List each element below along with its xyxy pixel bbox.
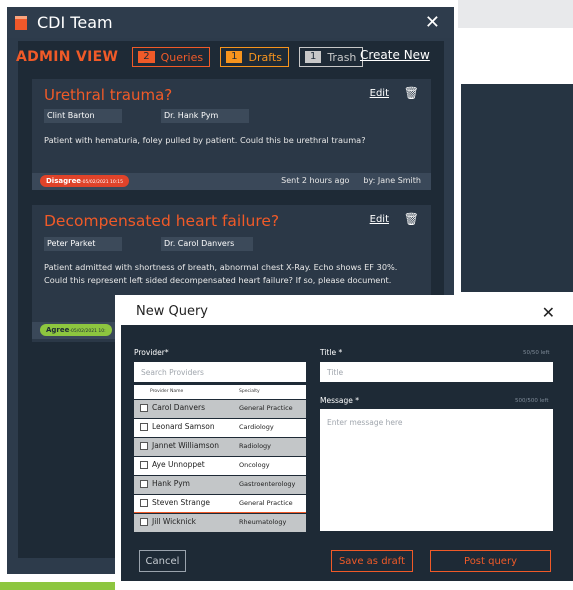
provider-label: Provider* [134,348,169,357]
title-char-counter: 50/50 left [523,350,550,356]
queries-count-badge: 2 [138,51,155,63]
checkbox[interactable] [140,480,148,488]
provider-row[interactable]: Leonard Samson Cardiology [134,419,306,437]
provider-name: Hank Pym [152,479,190,488]
patient-tag: Clint Barton [44,109,122,123]
checkbox[interactable] [140,423,148,431]
provider-specialty: Gastroenterology [239,480,296,488]
queries-label: Queries [160,50,204,64]
post-query-button[interactable]: Post query [430,550,551,572]
status-badge: Disagree-05/02/2021 10:15 [40,175,130,187]
status-date: -05/02/2021 10: [69,329,106,334]
background-side-panel [461,84,573,292]
trash-filter-button[interactable]: 1 Trash [298,47,364,67]
provider-specialty: Rheumatology [239,518,287,526]
provider-name: Leonard Samson [152,422,215,431]
column-header-name: Provider Name [150,389,184,394]
query-title: Decompensated heart failure? [44,212,280,230]
status-label: Disagree [46,177,82,185]
provider-row[interactable]: Jannet Williamson Radiology [134,438,306,456]
provider-name: Aye Unnoppet [152,460,205,469]
provider-table-header: Provider Name Specialty [134,385,306,399]
edit-link[interactable]: Edit [370,214,389,225]
provider-name: Jill Wicknick [152,517,196,526]
dialog-title: New Query [136,304,208,319]
provider-row[interactable]: Carol Danvers General Practice [134,400,306,418]
sent-by: by: Jane Smith [363,176,421,185]
admin-toolbar: ADMIN VIEW 2 Queries 1 Drafts 1 Trash [16,47,373,67]
title-label: Title * [320,348,343,357]
card-footer: Disagree-05/02/2021 10:15 Sent 2 hours a… [32,173,431,190]
status-badge: Agree-05/02/2021 10: [40,324,112,336]
checkbox[interactable] [140,499,148,507]
provider-tag: Dr. Carol Danvers [161,237,253,251]
background-accent-strip [0,582,115,590]
checkbox[interactable] [140,442,148,450]
create-new-link[interactable]: Create New [360,48,430,62]
provider-row[interactable]: Aye Unnoppet Oncology [134,457,306,475]
message-label: Message * [320,396,360,405]
message-textarea[interactable]: Enter message here [320,409,553,531]
message-char-counter: 500/500 left [515,398,549,404]
patient-tag: Peter Parket [44,237,122,251]
provider-name: Steven Strange [152,498,211,507]
checkbox[interactable] [140,461,148,469]
cancel-button[interactable]: Cancel [139,550,186,572]
sent-info: Sent 2 hours ago by: Jane Smith [281,176,421,185]
queries-filter-button[interactable]: 2 Queries [132,47,211,67]
status-date: -05/02/2021 10:15 [81,180,124,185]
drafts-count-badge: 1 [226,51,243,63]
close-icon[interactable]: ✕ [425,12,440,33]
drafts-filter-button[interactable]: 1 Drafts [220,47,289,67]
provider-row[interactable]: Hank Pym Gastroenterology [134,476,306,494]
provider-specialty: Radiology [239,442,272,450]
provider-row[interactable]: Jill Wicknick Rheumatology [134,514,306,532]
admin-view-label: ADMIN VIEW [16,49,119,65]
title-input[interactable]: Title [320,362,553,382]
trash-count-badge: 1 [304,51,322,63]
window-titlebar: CDI Team [7,7,454,38]
trash-icon[interactable]: 🗑 [404,212,419,226]
query-message: Patient with hematuria, foley pulled by … [44,135,366,145]
query-card: Urethral trauma? Edit 🗑 Clint Barton Dr.… [32,79,431,190]
column-header-specialty: Specialty [239,389,260,394]
checkbox[interactable] [140,404,148,412]
provider-specialty: General Practice [239,499,293,507]
trash-label: Trash [327,50,357,64]
provider-row[interactable]: Steven Strange General Practice [134,495,306,513]
query-message: Patient admitted with shortness of breat… [44,262,398,285]
provider-specialty: Oncology [239,461,270,469]
query-title: Urethral trauma? [44,86,173,104]
provider-name: Carol Danvers [152,403,205,412]
provider-specialty: Cardiology [239,423,274,431]
provider-name: Jannet Williamson [152,441,219,450]
provider-specialty: General Practice [239,404,293,412]
trash-icon[interactable]: 🗑 [404,86,419,100]
save-draft-button[interactable]: Save as draft [331,550,413,572]
status-label: Agree [46,326,70,334]
background-top-bar [458,0,573,28]
provider-search-input[interactable]: Search Providers [134,362,306,382]
checkbox[interactable] [140,518,148,526]
close-icon[interactable]: ✕ [542,303,555,322]
drafts-label: Drafts [248,50,282,64]
provider-tag: Dr. Hank Pym [161,109,249,123]
edit-link[interactable]: Edit [370,88,389,99]
sent-time: Sent 2 hours ago [281,176,350,185]
app-document-icon [15,15,27,30]
window-title: CDI Team [37,13,113,32]
